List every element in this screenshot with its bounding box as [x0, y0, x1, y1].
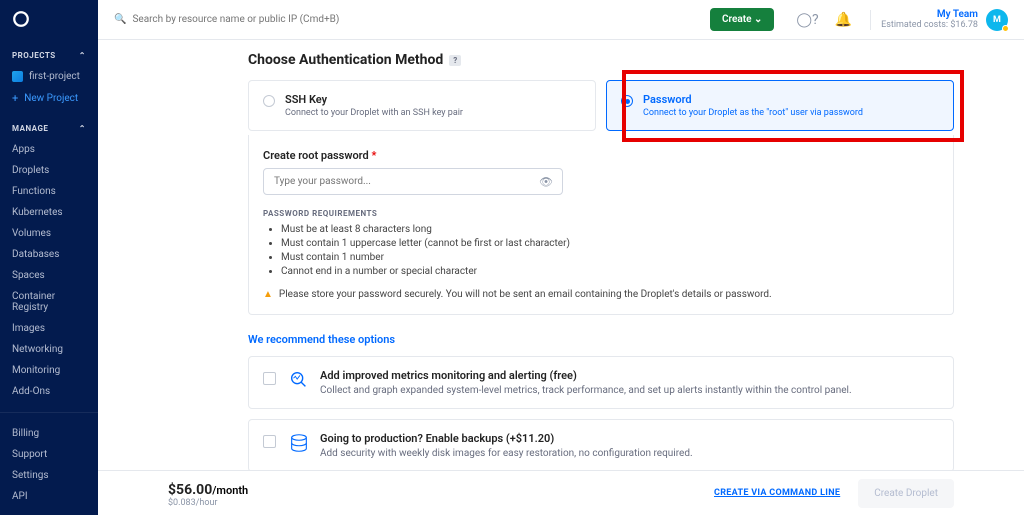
radio-selected[interactable]: [621, 95, 633, 107]
radio-unselected[interactable]: [263, 95, 275, 107]
projects-header[interactable]: PROJECTS⌃: [0, 45, 98, 66]
create-droplet-button[interactable]: Create Droplet: [858, 479, 954, 508]
requirement-item: Cannot end in a number or special charac…: [281, 266, 939, 277]
sidebar: PROJECTS⌃ first-project + New Project MA…: [0, 0, 98, 515]
avatar[interactable]: M: [986, 9, 1008, 31]
sidebar-item-support[interactable]: Support: [0, 444, 98, 465]
warning-message: ▲ Please store your password securely. Y…: [263, 289, 939, 300]
section-title: Choose Authentication Method ?: [248, 52, 954, 68]
chevron-down-icon: ⌄: [754, 14, 762, 25]
warning-icon: ▲: [263, 289, 273, 300]
auth-description: Connect to your Droplet as the "root" us…: [643, 108, 863, 118]
sidebar-item-container-registry[interactable]: Container Registry: [0, 286, 98, 318]
requirement-item: Must contain 1 number: [281, 252, 939, 263]
sidebar-item-databases[interactable]: Databases: [0, 244, 98, 265]
sidebar-item-billing[interactable]: Billing: [0, 423, 98, 444]
sidebar-item-volumes[interactable]: Volumes: [0, 223, 98, 244]
price-monthly: $56.00: [168, 482, 212, 498]
recommend-title: We recommend these options: [248, 333, 954, 346]
sidebar-item-kubernetes[interactable]: Kubernetes: [0, 202, 98, 223]
checkbox[interactable]: [263, 435, 276, 448]
price-hourly: $0.083/hour: [168, 498, 714, 508]
project-icon: [12, 71, 23, 82]
auth-option-password[interactable]: Password Connect to your Droplet as the …: [606, 80, 954, 131]
auth-description: Connect to your Droplet with an SSH key …: [285, 108, 463, 118]
logo[interactable]: [0, 0, 98, 41]
topbar: 🔍 Create ⌄ ◯? 🔔 My Team Estimated costs:…: [98, 0, 1024, 40]
sidebar-item-droplets[interactable]: Droplets: [0, 160, 98, 181]
auth-title: Password: [643, 93, 863, 106]
sidebar-item-images[interactable]: Images: [0, 318, 98, 339]
requirement-item: Must contain 1 uppercase letter (cannot …: [281, 238, 939, 249]
sidebar-item-label: first-project: [29, 71, 80, 82]
checkbox[interactable]: [263, 372, 276, 385]
metrics-icon: [288, 369, 310, 391]
password-input[interactable]: [263, 168, 563, 195]
help-icon[interactable]: ◯?: [796, 12, 818, 28]
auth-title: SSH Key: [285, 93, 463, 106]
requirements-header: PASSWORD REQUIREMENTS: [263, 209, 939, 218]
sidebar-item-addons[interactable]: Add-Ons: [0, 381, 98, 402]
option-title: Going to production? Enable backups (+$1…: [320, 432, 693, 445]
requirement-item: Must be at least 8 characters long: [281, 224, 939, 235]
backups-icon: [288, 432, 310, 454]
main-content: Choose Authentication Method ? SSH Key C…: [98, 40, 1024, 470]
digitalocean-icon: [12, 10, 30, 28]
divider: [0, 412, 98, 413]
auth-option-ssh[interactable]: SSH Key Connect to your Droplet with an …: [248, 80, 596, 131]
sidebar-item-settings[interactable]: Settings: [0, 465, 98, 486]
password-panel: Create root password * 👁 PASSWORD REQUIR…: [248, 135, 954, 315]
sidebar-item-first-project[interactable]: first-project: [0, 66, 98, 87]
chevron-up-icon: ⌃: [79, 51, 86, 60]
plus-icon: +: [12, 92, 18, 105]
status-dot: [1002, 25, 1009, 32]
option-description: Add security with weekly disk images for…: [320, 448, 693, 459]
option-metrics[interactable]: Add improved metrics monitoring and aler…: [248, 356, 954, 409]
option-description: Collect and graph expanded system-level …: [320, 385, 852, 396]
manage-header[interactable]: MANAGE⌃: [0, 118, 98, 139]
requirements-list: Must be at least 8 characters long Must …: [263, 224, 939, 277]
help-badge[interactable]: ?: [449, 55, 461, 66]
new-project-button[interactable]: + New Project: [0, 87, 98, 110]
bottombar: $56.00/month $0.083/hour CREATE VIA COMM…: [98, 470, 1024, 515]
chevron-up-icon: ⌃: [79, 124, 86, 133]
search-icon: 🔍: [114, 14, 126, 25]
eye-icon[interactable]: 👁: [539, 175, 553, 188]
sidebar-item-apps[interactable]: Apps: [0, 139, 98, 160]
option-title: Add improved metrics monitoring and aler…: [320, 369, 852, 382]
option-backups[interactable]: Going to production? Enable backups (+$1…: [248, 419, 954, 470]
team-selector[interactable]: My Team Estimated costs: $16.78: [881, 9, 978, 30]
sidebar-item-api[interactable]: API: [0, 486, 98, 507]
notifications-icon[interactable]: 🔔: [835, 12, 852, 28]
password-label: Create root password *: [263, 149, 939, 162]
create-button[interactable]: Create ⌄: [710, 8, 774, 31]
search-input[interactable]: [132, 14, 432, 25]
sidebar-item-networking[interactable]: Networking: [0, 339, 98, 360]
sidebar-item-functions[interactable]: Functions: [0, 181, 98, 202]
create-via-cli-link[interactable]: CREATE VIA COMMAND LINE: [714, 488, 840, 498]
divider: [870, 10, 871, 30]
sidebar-item-spaces[interactable]: Spaces: [0, 265, 98, 286]
sidebar-item-monitoring[interactable]: Monitoring: [0, 360, 98, 381]
